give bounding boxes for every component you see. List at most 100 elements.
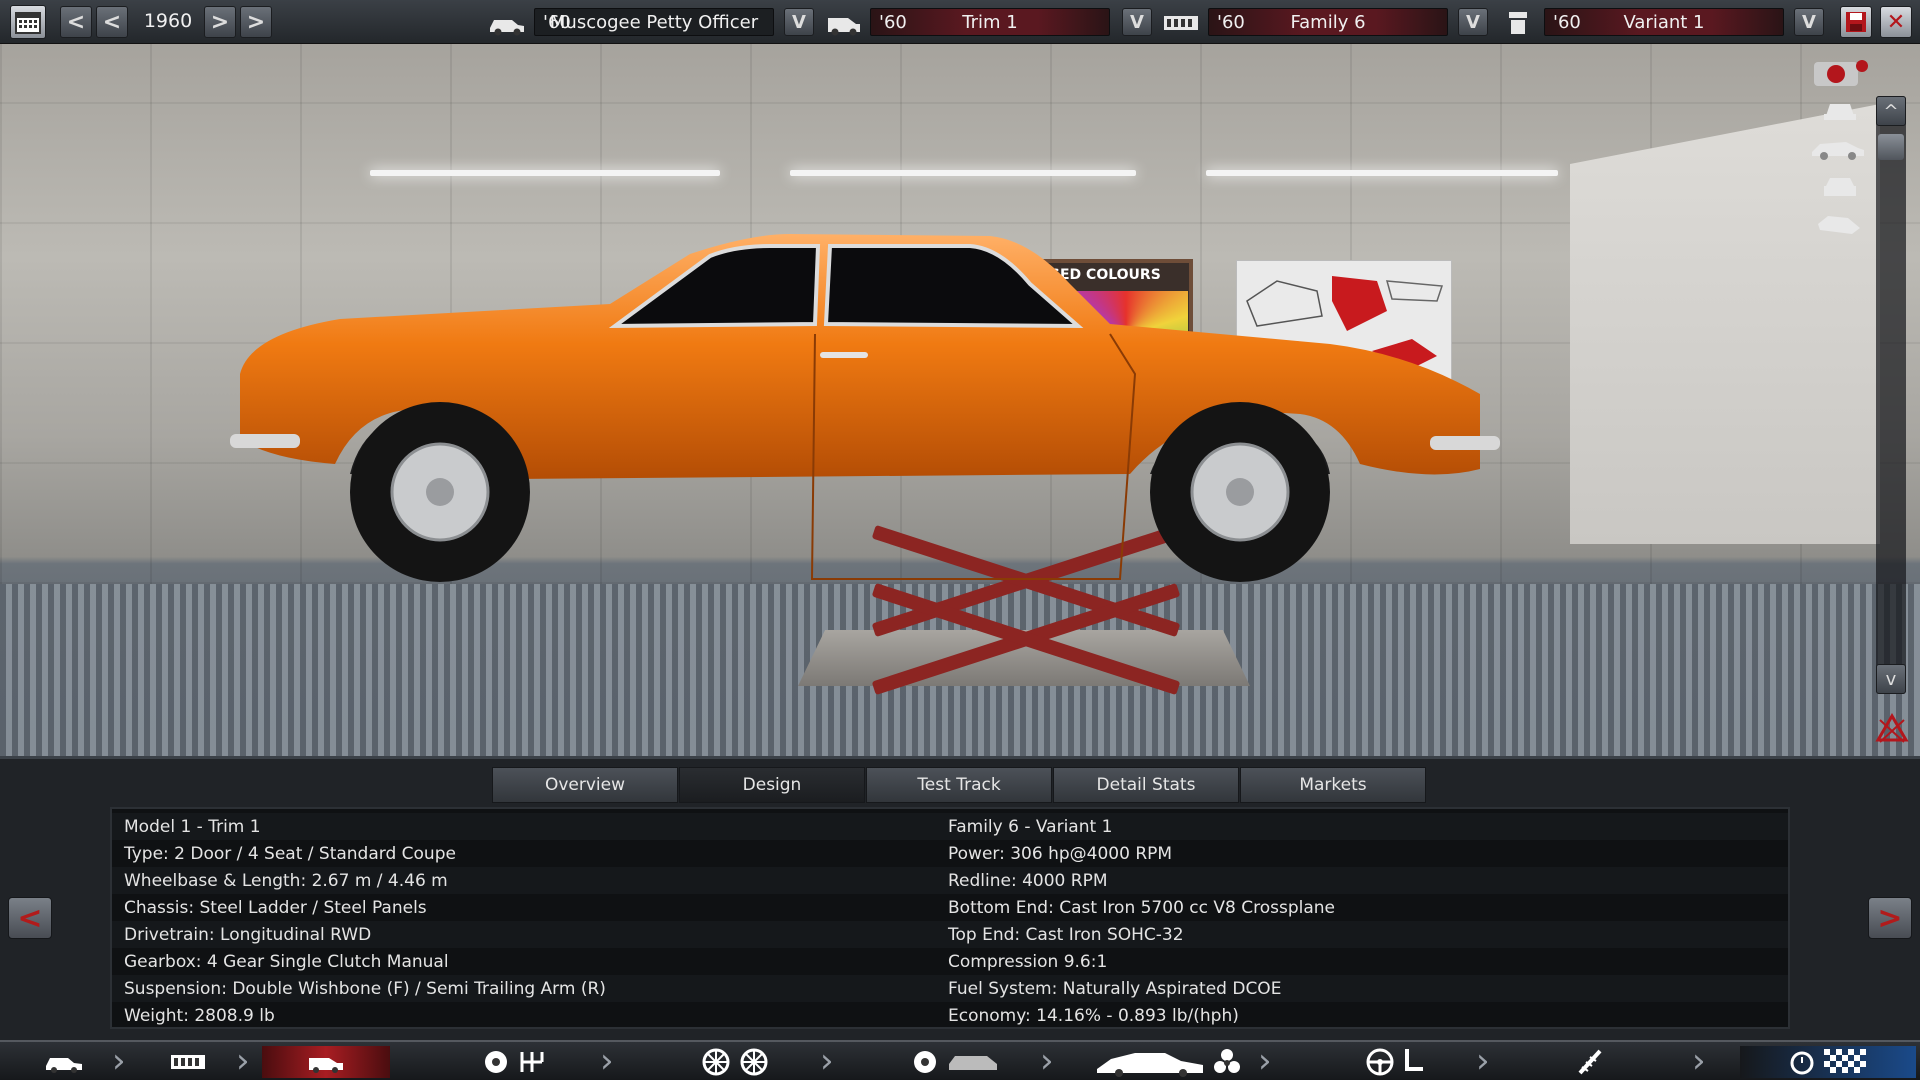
stage-engine-family-button[interactable] [138,1046,238,1078]
model-dropdown-button[interactable]: V [784,8,814,36]
tab-markets[interactable]: Markets [1240,767,1426,803]
year-prev-button[interactable]: < [96,6,128,38]
engine-info-text: Fuel System: Naturally Aspirated DCOE [948,978,1282,999]
car-info-text: Gearbox: 4 Gear Single Clutch Manual [124,951,449,972]
car-model-icon [490,20,524,36]
trim-selector[interactable]: '60 Trim 1 [870,8,1110,36]
stage-trim-button[interactable] [262,1046,390,1078]
tab-design[interactable]: Design [679,767,865,803]
reset-view-icon[interactable] [1872,712,1912,746]
info-row: Type: 2 Door / 4 Seat / Standard Coupe Po… [112,840,1788,867]
view-side-icon[interactable] [1810,134,1866,160]
chevron-right-icon: › [1692,1041,1706,1080]
checkered-flag-icon [1824,1049,1866,1073]
ceiling-light [1206,170,1558,176]
steering-wheel-icon [1366,1048,1394,1076]
chevron-right-icon: › [1476,1041,1490,1080]
model-selector[interactable]: '60 Muscogee Petty Officer [534,8,774,36]
year-display: 1960 [143,10,193,32]
seat-icon [1405,1049,1423,1071]
engine-family-icon [171,1055,205,1069]
engine-info-text: Top End: Cast Iron SOHC-32 [948,924,1184,945]
camera-icon[interactable] [1810,56,1870,90]
car-info-text: Suspension: Double Wishbone (F) / Semi T… [124,978,606,999]
engine-info-text: Compression 9.6:1 [948,951,1108,972]
family-dropdown-button[interactable]: V [1458,8,1488,36]
scroll-up-button[interactable]: ^ [1876,96,1906,126]
prev-page-button[interactable]: < [8,897,52,939]
engine-variant-icon [1509,12,1527,34]
gear-icon [485,1051,507,1073]
engine-info-text: Redline: 4000 RPM [948,870,1108,891]
year-prev-fast-button[interactable]: < [60,6,92,38]
engine-family-icon [1164,16,1198,30]
brake-icon [914,1051,936,1073]
wheel-icon [702,1048,730,1076]
chevron-right-icon: › [1258,1041,1272,1080]
engine-info-text: Family 6 - Variant 1 [948,816,1113,837]
chevron-right-icon: › [236,1041,250,1080]
family-selector[interactable]: '60 Family 6 [1208,8,1448,36]
summary-info-table: Model 1 - Trim 1 Family 6 - Variant 1 Typ… [110,807,1790,1029]
stage-interior-button[interactable] [1320,1046,1470,1078]
tab-test-track[interactable]: Test Track [866,767,1052,803]
tab-detail-stats[interactable]: Detail Stats [1053,767,1239,803]
view-rear-icon[interactable] [1820,172,1860,200]
trim-dropdown-button[interactable]: V [1122,8,1152,36]
car-body-icon [949,1056,997,1070]
view-scrollbar[interactable] [1876,96,1906,694]
year-next-button[interactable]: > [204,6,236,38]
close-icon[interactable]: ✕ [1880,6,1912,38]
chevron-right-icon: › [1040,1041,1054,1080]
engine-info-text: Economy: 14.16% - 0.893 lb/(hph) [948,1005,1239,1026]
top-toolbar: < < 1960 > > '60 Muscogee Petty Officer … [0,0,1920,44]
ceiling-light [790,170,1136,176]
car-info-text: Drivetrain: Longitudinal RWD [124,924,372,945]
model-year-tag: '60 [543,11,571,33]
calendar-icon[interactable] [10,5,46,39]
car-3d-viewport[interactable]: OSED COLOURS [0,44,1920,756]
info-row: Drivetrain: Longitudinal RWD Top End: Cas… [112,921,1788,948]
wheel-icon [740,1048,768,1076]
info-row: Model 1 - Trim 1 Family 6 - Variant 1 [112,813,1788,840]
engine-info-text: Bottom End: Cast Iron 5700 cc V8 Crosspl… [948,897,1335,918]
design-stage-nav: › › › › › › › › [0,1040,1920,1080]
car-info-text: Chassis: Steel Ladder / Steel Panels [124,897,427,918]
stage-wheels-button[interactable] [660,1046,810,1078]
year-next-fast-button[interactable]: > [240,6,272,38]
stage-gearbox-button[interactable] [440,1046,590,1078]
stage-suspension-button[interactable] [1530,1046,1650,1078]
car-side-icon [1097,1053,1203,1077]
stage-model-button[interactable] [14,1046,114,1078]
app-window: < < 1960 > > '60 Muscogee Petty Officer … [0,0,1920,1080]
car-model-render[interactable] [230,224,1500,684]
stats-tabs: Overview Design Test Track Detail Stats … [492,767,1427,803]
chevron-right-icon: › [820,1041,834,1080]
camera-view-tools [1800,56,1880,246]
stage-testing-button[interactable] [1740,1046,1916,1078]
save-icon[interactable] [1840,6,1872,38]
suspension-icon [1578,1049,1602,1075]
chevron-right-icon: › [600,1041,614,1080]
scroll-thumb[interactable] [1878,134,1904,160]
gearshift-icon [520,1052,544,1072]
info-row: Suspension: Double Wishbone (F) / Semi T… [112,975,1788,1002]
variant-year-tag: '60 [1553,11,1581,33]
rear-wheel [1150,402,1330,582]
info-row: Gearbox: 4 Gear Single Clutch Manual Comp… [112,948,1788,975]
info-row: Chassis: Steel Ladder / Steel Panels Bott… [112,894,1788,921]
trim-year-tag: '60 [879,11,907,33]
ceiling-light [370,170,720,176]
tab-overview[interactable]: Overview [492,767,678,803]
car-info-text: Weight: 2808.9 lb [124,1005,275,1026]
next-page-button[interactable]: > [1868,897,1912,939]
view-front-icon[interactable] [1820,96,1860,124]
stage-body-button[interactable] [880,1046,1030,1078]
variant-selector[interactable]: '60 Variant 1 [1544,8,1784,36]
view-angle-icon[interactable] [1814,208,1864,238]
stage-aero-button[interactable] [1080,1046,1256,1078]
info-row: Wheelbase & Length: 2.67 m / 4.46 m Redli… [112,867,1788,894]
info-row: Weight: 2808.9 lb Economy: 14.16% - 0.893… [112,1002,1788,1029]
variant-dropdown-button[interactable]: V [1794,8,1824,36]
scroll-down-button[interactable]: v [1876,664,1906,694]
